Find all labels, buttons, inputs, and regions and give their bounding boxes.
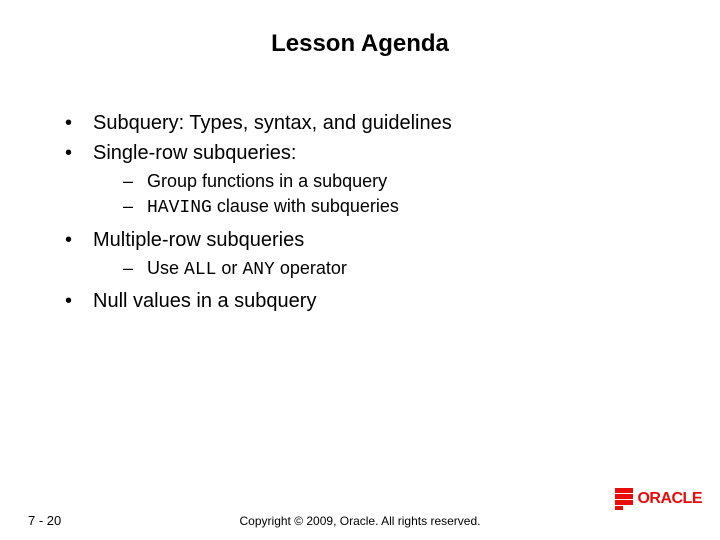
bullet-text: Multiple-row subqueries [93,227,304,253]
bullet-text: Single-row subqueries: [93,140,296,166]
bullet-level1: • Subquery: Types, syntax, and guideline… [65,110,670,136]
bullet-text: Subquery: Types, syntax, and guidelines [93,110,452,136]
bullet-marker: – [123,195,147,220]
oracle-logo-text: ORACLE [637,490,702,508]
bullet-marker: • [65,288,93,314]
text-segment: operator [275,258,347,278]
code-segment: ALL [184,260,216,280]
bullet-marker: – [123,170,147,193]
slide-content: • Subquery: Types, syntax, and guideline… [65,110,670,318]
slide: Lesson Agenda • Subquery: Types, syntax,… [0,0,720,540]
code-segment: HAVING [147,198,212,218]
bullet-level1: • Null values in a subquery [65,288,670,314]
slide-title: Lesson Agenda [0,0,720,58]
code-segment: ANY [242,260,274,280]
bullet-text: Use ALL or ANY operator [147,257,347,282]
bullet-marker: • [65,110,93,136]
bullet-level2: – Use ALL or ANY operator [123,257,670,282]
bullet-level2: – HAVING clause with subqueries [123,195,670,220]
oracle-logo: ORACLE [615,488,702,510]
text-segment: clause with subqueries [212,196,399,216]
text-segment: or [216,258,242,278]
bullet-level1: • Multiple-row subqueries [65,227,670,253]
bullet-level2: – Group functions in a subquery [123,170,670,193]
bullet-text: Group functions in a subquery [147,170,387,193]
bullet-text: Null values in a subquery [93,288,316,314]
bullet-marker: • [65,227,93,253]
bullet-level1: • Single-row subqueries: [65,140,670,166]
bullet-marker: • [65,140,93,166]
bullet-marker: – [123,257,147,282]
bullet-text: HAVING clause with subqueries [147,195,399,220]
copyright-text: Copyright © 2009, Oracle. All rights res… [0,514,720,528]
oracle-logo-icon [615,488,633,510]
text-segment: Use [147,258,184,278]
